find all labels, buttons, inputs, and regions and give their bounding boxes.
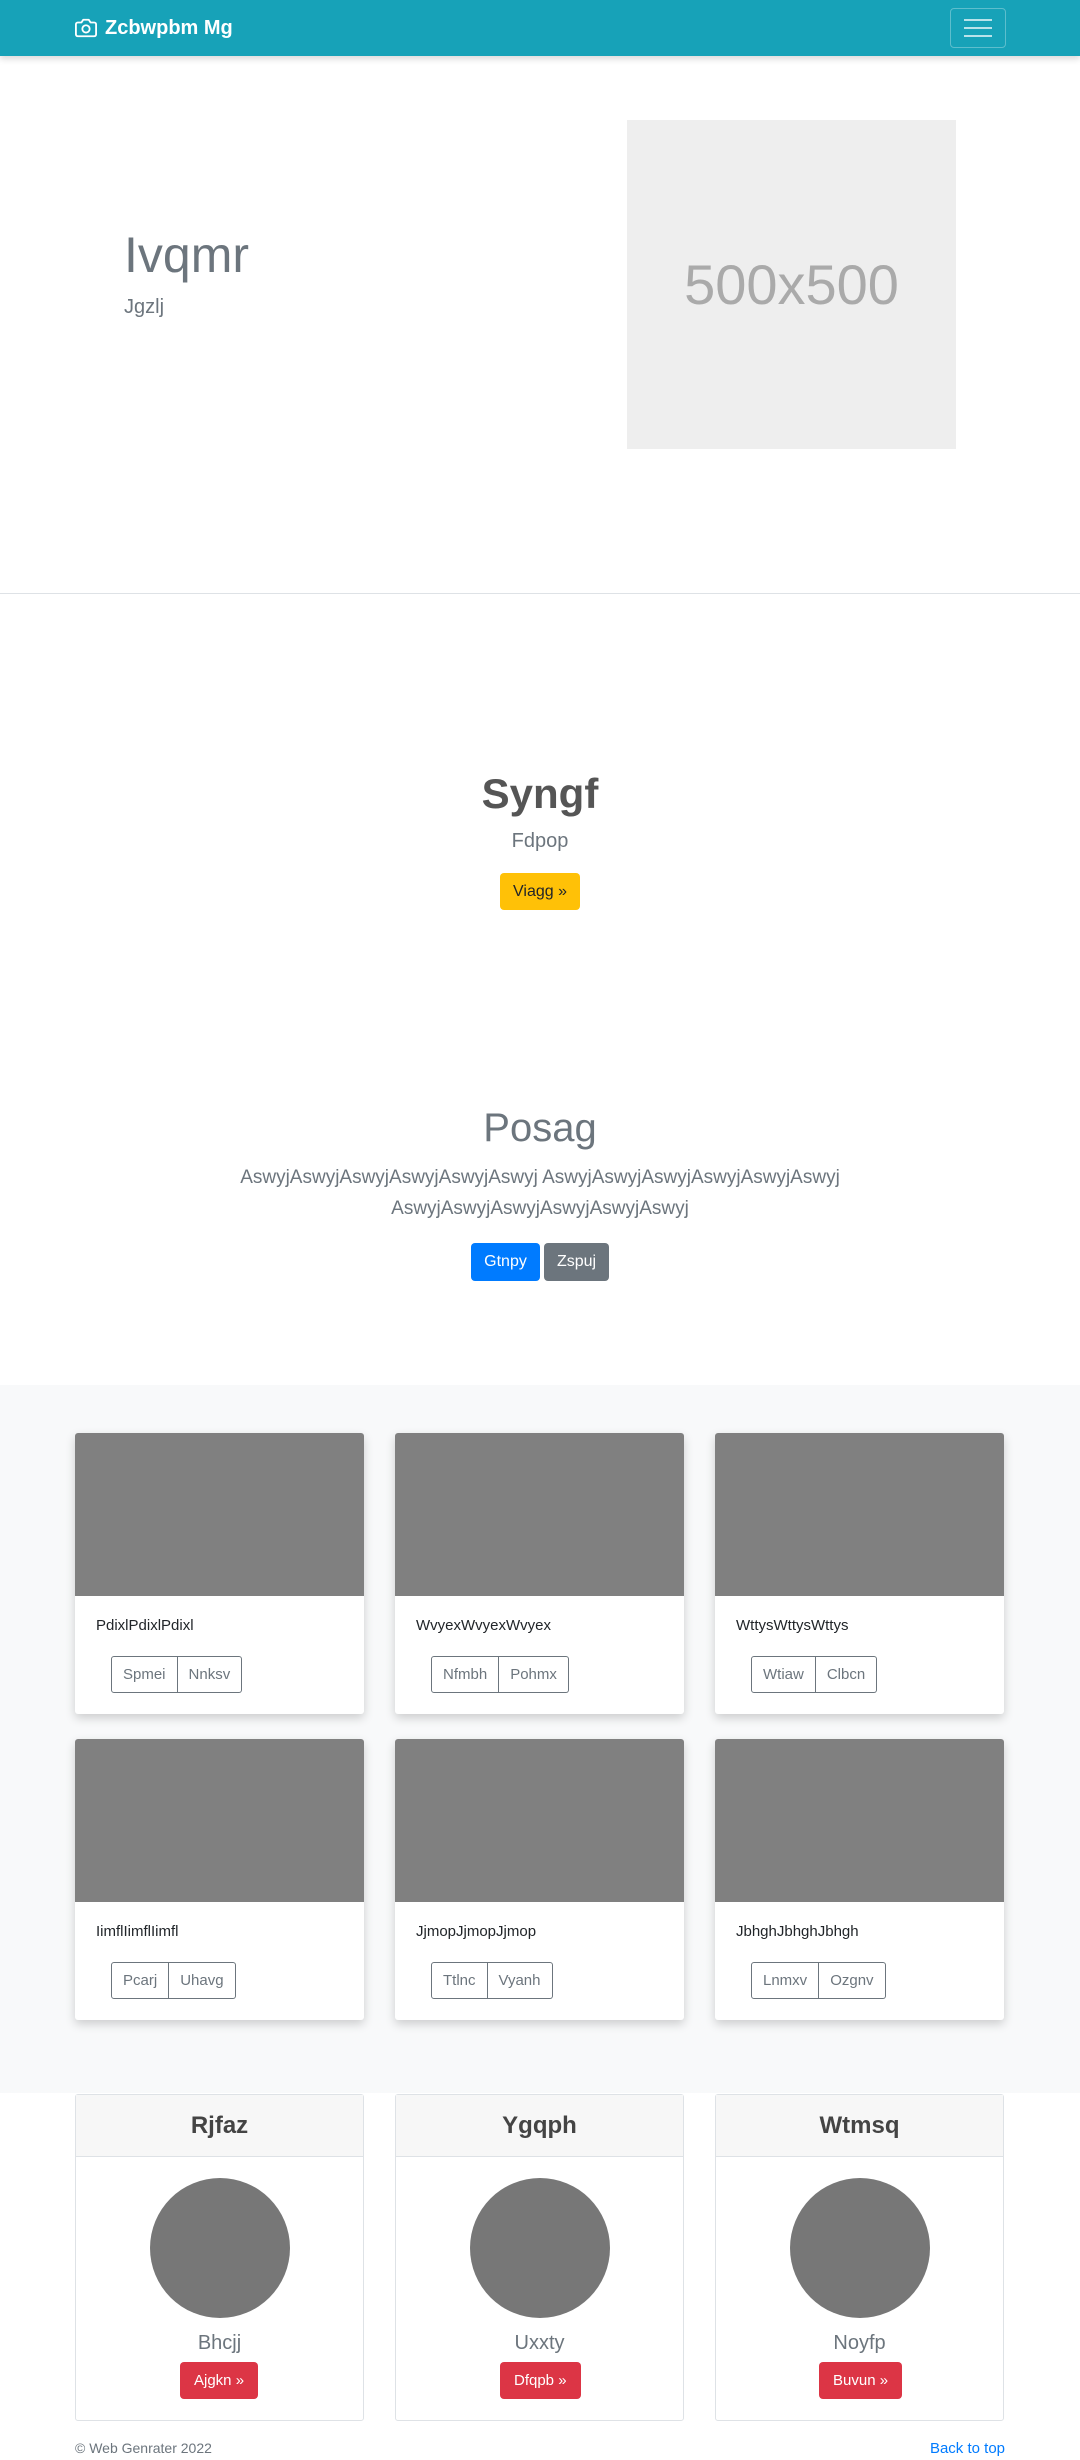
album-card: PdixlPdixlPdixl Spmei Nnksv — [75, 1433, 364, 1714]
section2-button[interactable]: Viagg » — [500, 873, 580, 910]
card-button-group: Spmei Nnksv — [111, 1656, 243, 1693]
team-member-name: Bhcjj — [197, 2332, 242, 2354]
card-button[interactable]: Pohmx — [499, 1656, 569, 1693]
team-card: Wtmsq Noyfp Buvun » — [715, 2094, 1004, 2421]
card-button[interactable]: Uhavg — [169, 1962, 236, 1999]
team-card-header: Wtmsq — [716, 2095, 1003, 2157]
hamburger-icon — [964, 19, 992, 21]
team-member-name: Uxxty — [514, 2332, 565, 2354]
card-button-group: Ttlnc Vyanh — [431, 1962, 553, 1999]
card-thumbnail — [715, 1739, 1004, 1902]
card-button[interactable]: Nnksv — [177, 1656, 243, 1693]
secondary-button[interactable]: Zspuj — [544, 1243, 609, 1281]
team-member-name: Noyfp — [833, 2332, 886, 2354]
card-button[interactable]: Lnmxv — [751, 1962, 820, 1999]
back-to-top-link[interactable]: Back to top — [930, 2440, 1005, 2457]
navbar-toggler-button[interactable] — [950, 8, 1006, 48]
section2-title: Syngf — [481, 770, 599, 817]
team-button[interactable]: Buvun » — [819, 2362, 903, 2399]
card-thumbnail — [715, 1433, 1004, 1596]
avatar — [150, 2178, 290, 2318]
team-card: Rjfaz Bhcjj Ajgkn » — [75, 2094, 364, 2421]
card-text: JjmopJjmopJjmop — [416, 1923, 537, 1940]
team-card-header: Ygqph — [396, 2095, 683, 2157]
card-button[interactable]: Pcarj — [111, 1962, 170, 1999]
card-text: JbhghJbhghJbhgh — [736, 1923, 859, 1940]
camera-icon — [75, 18, 97, 38]
card-button[interactable]: Nfmbh — [431, 1656, 500, 1693]
hero-title: Ivqmr — [124, 227, 249, 283]
team-card-header: Rjfaz — [76, 2095, 363, 2157]
card-button-group: Lnmxv Ozgnv — [751, 1962, 886, 1999]
avatar — [470, 2178, 610, 2318]
hero-placeholder-image: 500x500 — [627, 120, 956, 449]
card-button-group: Pcarj Uhavg — [111, 1962, 236, 1999]
album-card: WttysWttysWttys Wtiaw Clbcn — [715, 1433, 1004, 1714]
card-button-group: Wtiaw Clbcn — [751, 1656, 878, 1693]
section3-text: AswyjAswyjAswyjAswyjAswyjAswyj AswyjAswy… — [240, 1167, 840, 1219]
album-card: IimflIimflIimfl Pcarj Uhavg — [75, 1739, 364, 2020]
team-card: Ygqph Uxxty Dfqpb » — [395, 2094, 684, 2421]
album-card: JbhghJbhghJbhgh Lnmxv Ozgnv — [715, 1739, 1004, 2020]
card-text: WvyexWvyexWvyex — [416, 1617, 551, 1634]
hero-section: Ivqmr Jgzlj 500x500 — [0, 56, 1080, 594]
hero-subtitle: Jgzlj — [124, 296, 165, 318]
avatar — [790, 2178, 930, 2318]
card-thumbnail — [75, 1739, 364, 1902]
card-text: WttysWttysWttys — [736, 1617, 849, 1634]
card-button[interactable]: Ozgnv — [819, 1962, 886, 1999]
card-text: PdixlPdixlPdixl — [96, 1617, 194, 1634]
album-card: JjmopJjmopJjmop Ttlnc Vyanh — [395, 1739, 684, 2020]
team-button[interactable]: Ajgkn » — [180, 2362, 259, 2399]
navbar: Zcbwpbm Mg — [0, 0, 1080, 56]
card-button[interactable]: Ttlnc — [431, 1962, 488, 1999]
team-button[interactable]: Dfqpb » — [500, 2362, 581, 2399]
card-button[interactable]: Spmei — [111, 1656, 178, 1693]
card-thumbnail — [395, 1433, 684, 1596]
card-button-group: Nfmbh Pohmx — [431, 1656, 569, 1693]
brand-label: Zcbwpbm Mg — [105, 16, 233, 39]
navbar-brand[interactable]: Zcbwpbm Mg — [75, 0, 233, 56]
card-button[interactable]: Clbcn — [815, 1656, 878, 1693]
card-button[interactable]: Vyanh — [487, 1962, 553, 1999]
album-section: PdixlPdixlPdixl Spmei Nnksv WvyexWvyexWv… — [0, 1385, 1080, 2093]
primary-button[interactable]: Gtnpy — [471, 1243, 540, 1281]
card-thumbnail — [75, 1433, 364, 1596]
card-text: IimflIimflIimfl — [96, 1923, 179, 1940]
card-thumbnail — [395, 1739, 684, 1902]
footer-copyright: © Web Genrater 2022 — [75, 2440, 212, 2456]
card-button[interactable]: Wtiaw — [751, 1656, 816, 1693]
section3-title: Posag — [483, 1106, 597, 1150]
album-card: WvyexWvyexWvyex Nfmbh Pohmx — [395, 1433, 684, 1714]
section2-subtitle: Fdpop — [511, 830, 569, 852]
